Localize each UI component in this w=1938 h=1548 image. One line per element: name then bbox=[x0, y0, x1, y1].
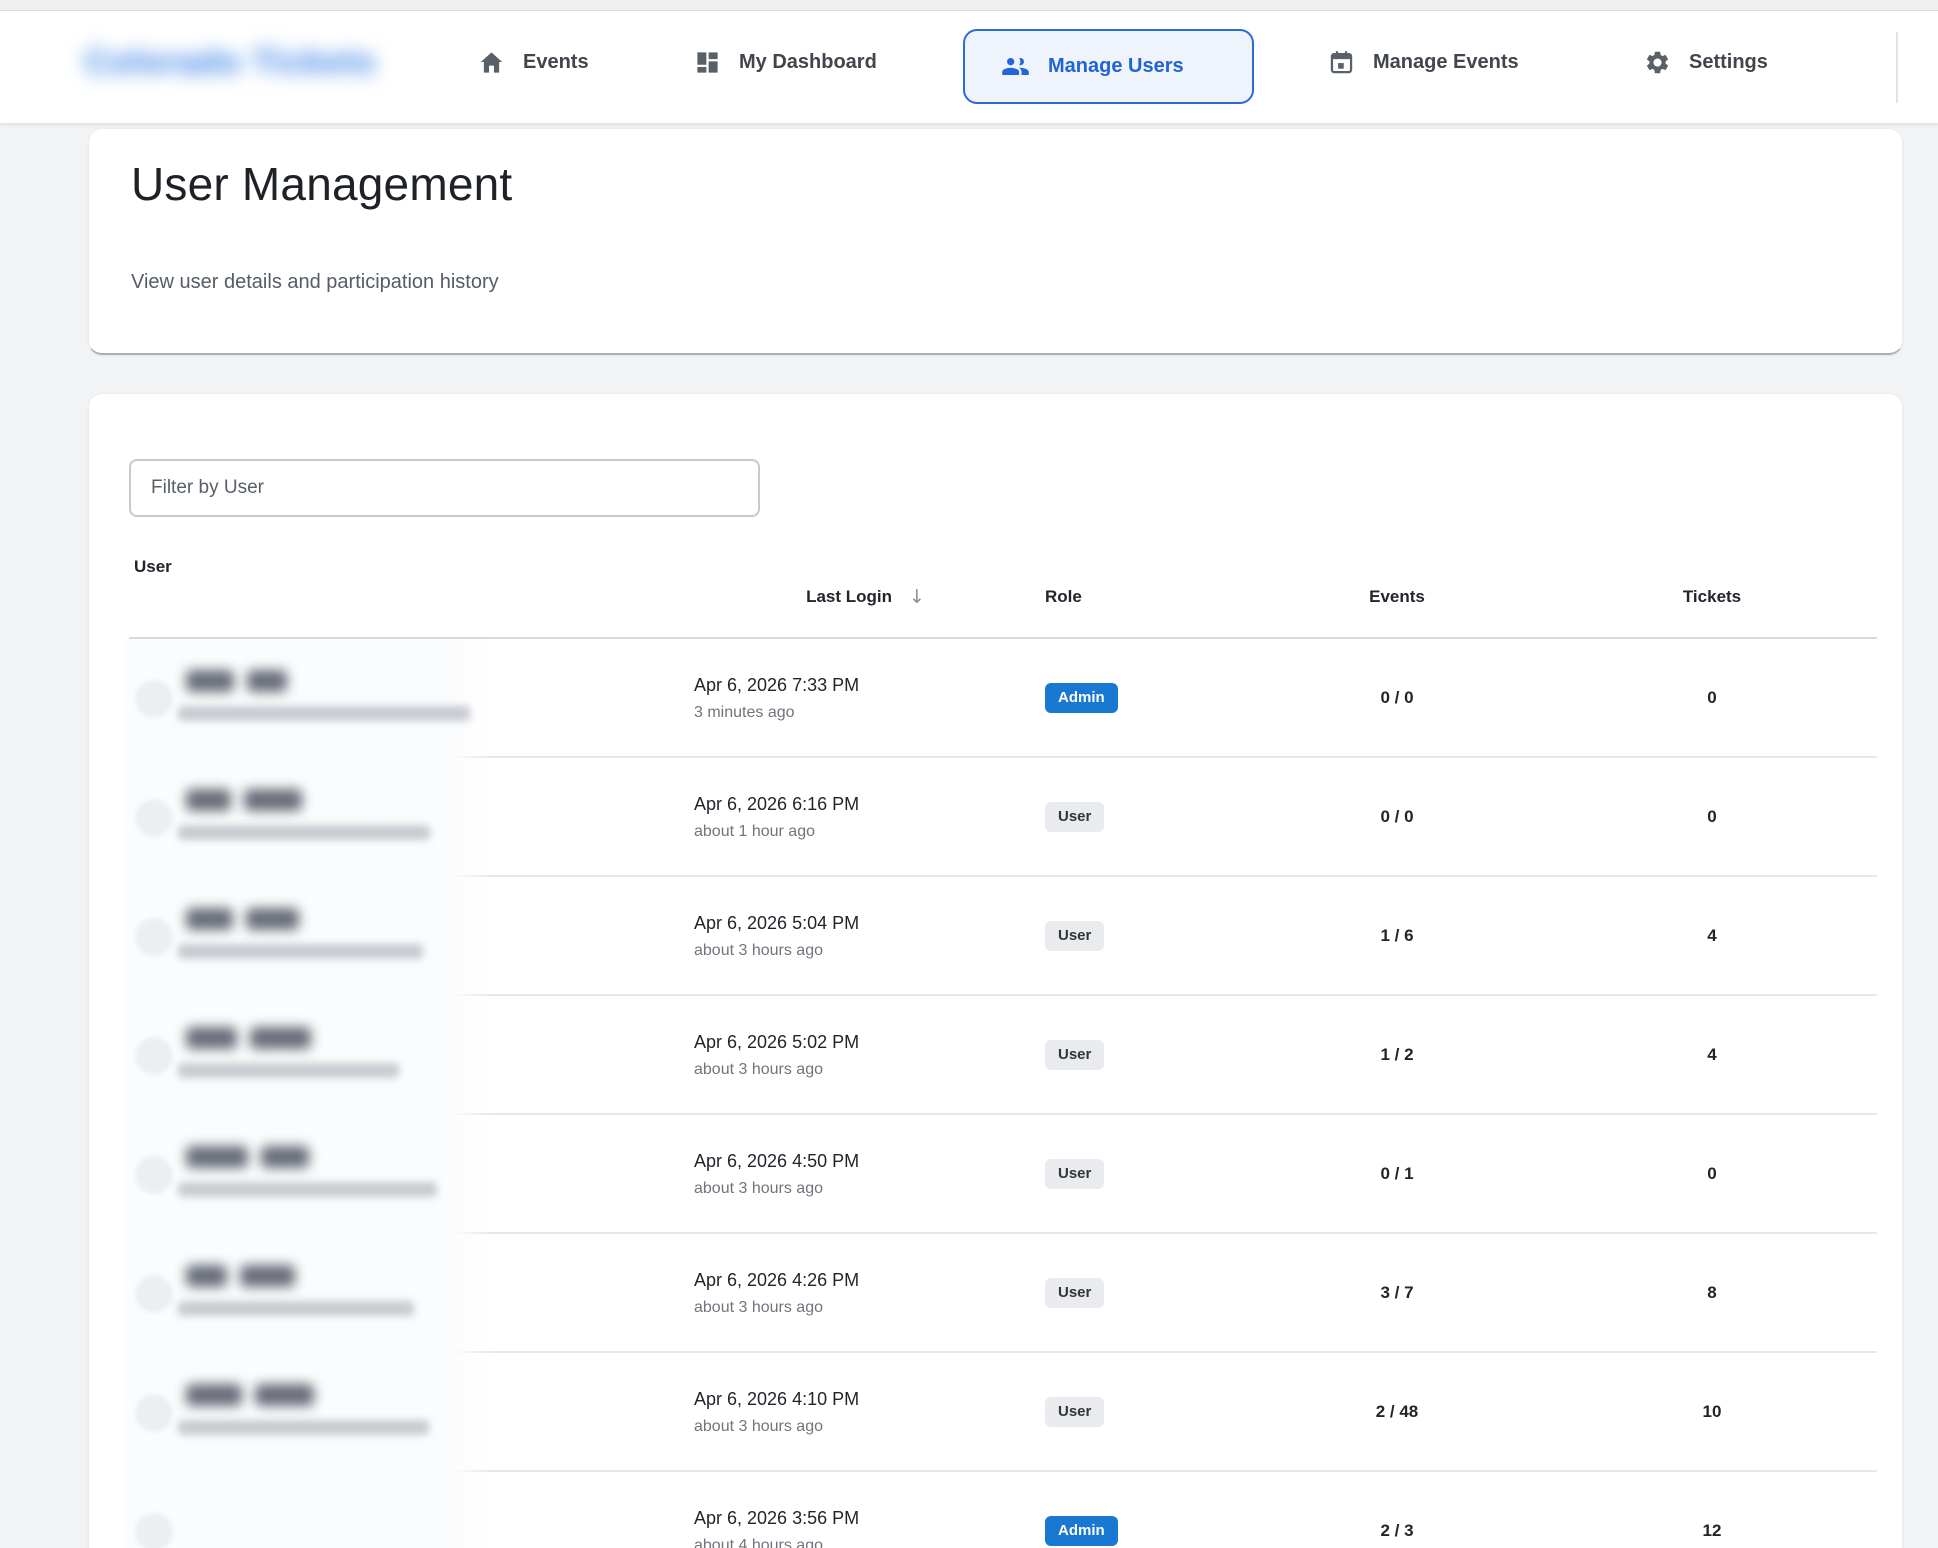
role-cell: User bbox=[1037, 1397, 1247, 1427]
page-header-card: User Management View user details and pa… bbox=[88, 128, 1903, 355]
table-row[interactable]: Apr 6, 2026 5:02 PMabout 3 hours ago Use… bbox=[129, 996, 1877, 1115]
role-badge: User bbox=[1045, 921, 1104, 951]
role-badge: User bbox=[1045, 1397, 1104, 1427]
users-icon bbox=[1001, 52, 1030, 81]
table-row[interactable]: Apr 6, 2026 4:26 PMabout 3 hours ago Use… bbox=[129, 1234, 1877, 1353]
events-cell: 2 / 3 bbox=[1247, 1521, 1547, 1541]
tickets-cell: 0 bbox=[1547, 807, 1877, 827]
user-cell-redacted bbox=[129, 1115, 689, 1232]
nav-divider bbox=[1896, 32, 1898, 103]
role-badge: Admin bbox=[1045, 1516, 1118, 1546]
brand-logo[interactable]: Colorado Tickets bbox=[85, 0, 376, 125]
role-cell: User bbox=[1037, 1040, 1247, 1070]
table-row[interactable]: Apr 6, 2026 3:56 PMabout 4 hours ago Adm… bbox=[129, 1472, 1877, 1548]
last-login-cell: Apr 6, 2026 4:26 PMabout 3 hours ago bbox=[689, 1269, 1037, 1317]
dashboard-icon bbox=[694, 49, 721, 76]
nav-item-events[interactable]: Events bbox=[478, 0, 589, 125]
nav-item-manage-users-active[interactable]: Manage Users bbox=[963, 29, 1254, 104]
tickets-cell: 0 bbox=[1547, 688, 1877, 708]
last-login-cell: Apr 6, 2026 4:50 PMabout 3 hours ago bbox=[689, 1150, 1037, 1198]
nav-item-settings[interactable]: Settings bbox=[1644, 0, 1768, 125]
column-header-tickets: Tickets bbox=[1547, 587, 1877, 607]
table-row[interactable]: Apr 6, 2026 7:33 PM3 minutes ago Admin 0… bbox=[129, 639, 1877, 758]
avatar bbox=[135, 1513, 173, 1548]
role-cell: User bbox=[1037, 802, 1247, 832]
column-header-role: Role bbox=[1037, 587, 1247, 607]
tickets-cell: 4 bbox=[1547, 1045, 1877, 1065]
brand-logo-text: Colorado Tickets bbox=[85, 43, 376, 82]
avatar bbox=[135, 1275, 173, 1313]
events-cell: 1 / 2 bbox=[1247, 1045, 1547, 1065]
role-cell: User bbox=[1037, 1278, 1247, 1308]
table-header-row: User Last Login ↓ Role Events Tickets bbox=[129, 557, 1877, 639]
nav-label-manage-events: Manage Events bbox=[1373, 51, 1519, 74]
role-badge: User bbox=[1045, 1159, 1104, 1189]
last-login-cell: Apr 6, 2026 7:33 PM3 minutes ago bbox=[689, 674, 1037, 722]
filter-by-user-input[interactable] bbox=[129, 459, 760, 517]
calendar-icon bbox=[1328, 49, 1355, 76]
last-login-cell: Apr 6, 2026 6:16 PMabout 1 hour ago bbox=[689, 793, 1037, 841]
column-header-last-login[interactable]: Last Login ↓ bbox=[689, 586, 1037, 608]
gear-icon bbox=[1644, 49, 1671, 76]
role-cell: User bbox=[1037, 921, 1247, 951]
page-subtitle: View user details and participation hist… bbox=[131, 271, 499, 294]
nav-label-manage-users: Manage Users bbox=[1048, 55, 1184, 78]
column-header-events: Events bbox=[1247, 587, 1547, 607]
role-badge: User bbox=[1045, 1278, 1104, 1308]
nav-label-my-dashboard: My Dashboard bbox=[739, 51, 877, 74]
user-cell-redacted bbox=[129, 1353, 689, 1470]
nav-label-events: Events bbox=[523, 51, 589, 74]
user-cell-redacted bbox=[129, 1472, 689, 1548]
tickets-cell: 10 bbox=[1547, 1402, 1877, 1422]
tickets-cell: 4 bbox=[1547, 926, 1877, 946]
table-row[interactable]: Apr 6, 2026 5:04 PMabout 3 hours ago Use… bbox=[129, 877, 1877, 996]
avatar bbox=[135, 918, 173, 956]
user-cell-redacted bbox=[129, 758, 689, 875]
nav-item-my-dashboard[interactable]: My Dashboard bbox=[694, 0, 877, 125]
events-cell: 0 / 0 bbox=[1247, 807, 1547, 827]
role-cell: Admin bbox=[1037, 1516, 1247, 1546]
last-login-cell: Apr 6, 2026 5:04 PMabout 3 hours ago bbox=[689, 912, 1037, 960]
avatar bbox=[135, 1156, 173, 1194]
events-cell: 2 / 48 bbox=[1247, 1402, 1547, 1422]
user-cell-redacted bbox=[129, 639, 689, 756]
avatar bbox=[135, 1394, 173, 1432]
tickets-cell: 0 bbox=[1547, 1164, 1877, 1184]
role-badge: User bbox=[1045, 802, 1104, 832]
user-cell-redacted bbox=[129, 1234, 689, 1351]
page-title: User Management bbox=[131, 157, 512, 211]
avatar bbox=[135, 1037, 173, 1075]
top-navigation-bar: Colorado Tickets Events My Dashboard Man… bbox=[0, 0, 1938, 125]
events-cell: 0 / 0 bbox=[1247, 688, 1547, 708]
users-table: User Last Login ↓ Role Events Tickets Ap… bbox=[129, 557, 1877, 1548]
role-cell: User bbox=[1037, 1159, 1247, 1189]
avatar bbox=[135, 680, 173, 718]
role-badge: User bbox=[1045, 1040, 1104, 1070]
table-row[interactable]: Apr 6, 2026 4:10 PMabout 3 hours ago Use… bbox=[129, 1353, 1877, 1472]
column-header-user: User bbox=[129, 557, 689, 637]
tickets-cell: 8 bbox=[1547, 1283, 1877, 1303]
home-icon bbox=[478, 49, 505, 76]
table-row[interactable]: Apr 6, 2026 4:50 PMabout 3 hours ago Use… bbox=[129, 1115, 1877, 1234]
role-cell: Admin bbox=[1037, 683, 1247, 713]
events-cell: 3 / 7 bbox=[1247, 1283, 1547, 1303]
user-cell-redacted bbox=[129, 877, 689, 994]
avatar bbox=[135, 799, 173, 837]
role-badge: Admin bbox=[1045, 683, 1118, 713]
last-login-cell: Apr 6, 2026 4:10 PMabout 3 hours ago bbox=[689, 1388, 1037, 1436]
tickets-cell: 12 bbox=[1547, 1521, 1877, 1541]
last-login-cell: Apr 6, 2026 3:56 PMabout 4 hours ago bbox=[689, 1507, 1037, 1548]
sort-desc-arrow-icon: ↓ bbox=[909, 586, 925, 608]
nav-item-manage-events[interactable]: Manage Events bbox=[1328, 0, 1519, 125]
table-row[interactable]: Apr 6, 2026 6:16 PMabout 1 hour ago User… bbox=[129, 758, 1877, 877]
events-cell: 1 / 6 bbox=[1247, 926, 1547, 946]
events-cell: 0 / 1 bbox=[1247, 1164, 1547, 1184]
user-table-card: User Last Login ↓ Role Events Tickets Ap… bbox=[88, 393, 1903, 1548]
last-login-cell: Apr 6, 2026 5:02 PMabout 3 hours ago bbox=[689, 1031, 1037, 1079]
user-cell-redacted bbox=[129, 996, 689, 1113]
nav-label-settings: Settings bbox=[1689, 51, 1768, 74]
